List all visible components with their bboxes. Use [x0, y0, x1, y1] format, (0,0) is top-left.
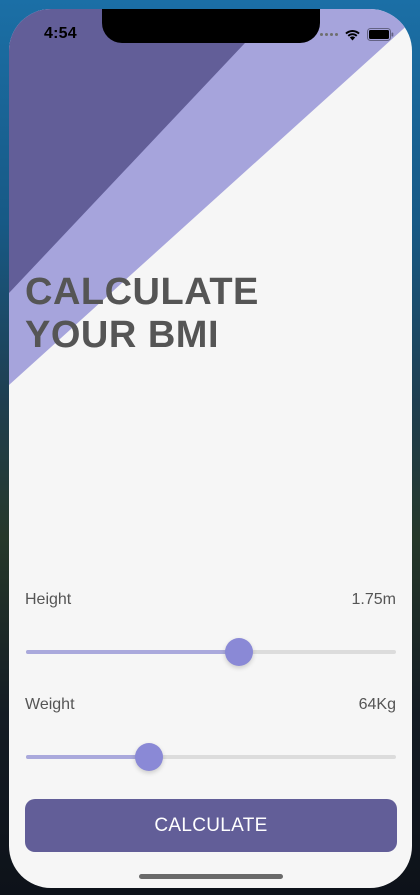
weight-slider-fill: [26, 755, 149, 759]
height-slider-fill: [26, 650, 240, 654]
height-label: Height: [25, 591, 72, 608]
height-slider[interactable]: [26, 637, 396, 667]
weight-slider-thumb[interactable]: [134, 743, 163, 771]
weight-value: 64Kg: [358, 696, 396, 713]
status-icons: [320, 27, 394, 41]
weight-slider[interactable]: [26, 742, 396, 772]
wifi-icon: [345, 29, 360, 40]
height-value: 1.75m: [351, 591, 396, 608]
height-slider-thumb[interactable]: [225, 638, 254, 666]
status-time: 4:54: [44, 25, 77, 42]
device-notch: [102, 9, 320, 43]
app-screen: 4:54 CALCULATE YOUR BMI Height 1.75m Wei…: [9, 9, 412, 888]
calculate-button[interactable]: CALCULATE: [25, 799, 397, 852]
battery-icon: [367, 27, 394, 41]
home-indicator: [139, 874, 283, 879]
title-line-2: YOUR BMI: [25, 314, 219, 356]
title-line-1: CALCULATE: [25, 271, 259, 313]
weight-label: Weight: [25, 696, 75, 713]
signal-dots-icon: [320, 32, 338, 36]
page-title: CALCULATE YOUR BMI: [25, 271, 325, 357]
